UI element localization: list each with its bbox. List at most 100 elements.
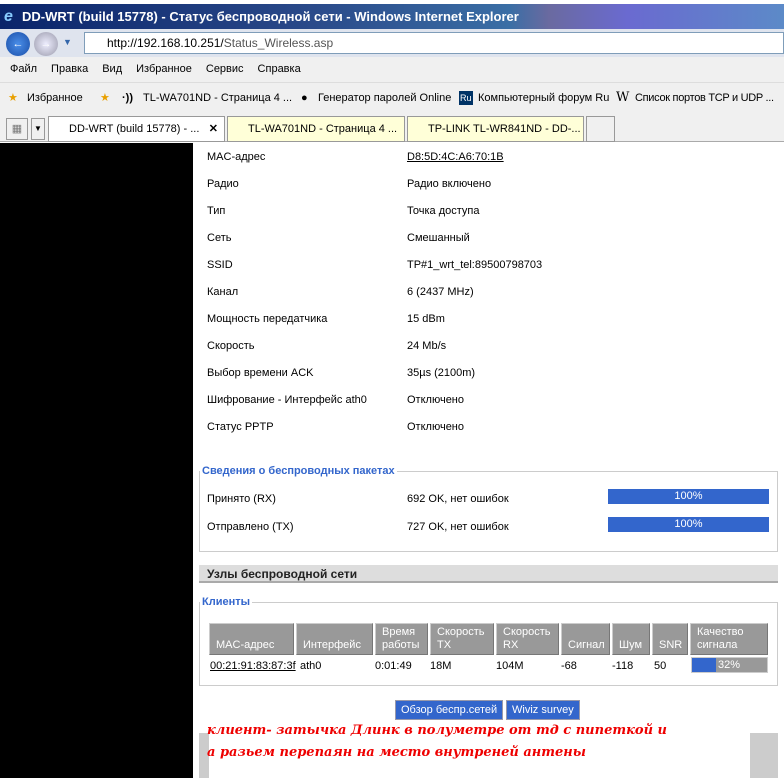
wireless-info-row: Статус PPTP Отключено [207,421,464,433]
info-label: Шифрование - Интерфейс ath0 [207,394,367,406]
window-title-bar: e DD-WRT (build 15778) - Статус беспровод… [0,4,784,29]
clients-column-header: SNR [652,623,688,655]
wireless-info-row: Канал 6 (2437 MHz) [207,286,474,298]
client-cell: -118 [612,660,634,672]
wiviz-survey-button[interactable]: Wiviz survey [506,700,580,720]
packet-label: Отправлено (TX) [207,521,294,533]
packet-row: Принято (RX) 692 OK, нет ошибок [207,493,509,505]
menu-help[interactable]: Справка [258,63,301,75]
tab-label: TP-LINK TL-WR841ND - DD-... [428,123,581,135]
client-cell: 104M [496,660,524,672]
menu-edit[interactable]: Правка [51,63,88,75]
generator-icon: ● [301,92,308,104]
info-value: TP#1_wrt_tel:89500798703 [407,259,543,271]
tab-list-dropdown[interactable]: ▼ [31,118,45,140]
clients-column-header: Скорость TX [430,623,494,655]
info-value: Радио включено [407,178,492,190]
packet-row: Отправлено (TX) 727 OK, нет ошибок [207,521,509,533]
packets-fieldset: Сведения о беспроводных пакетах [199,465,778,552]
info-value: Точка доступа [407,205,480,217]
tab-ddwrt[interactable]: DD-WRT (build 15778) - ... ✕ [48,116,225,142]
packet-progress-bar: 100% [608,489,769,504]
client-cell: -68 [561,660,577,672]
tab-tp-link[interactable]: TP-LINK TL-WR841ND - DD-... [407,116,584,142]
ie-icon: e [4,8,13,25]
clients-column-header: Шум [612,623,650,655]
favorites-button[interactable]: Избранное [27,83,83,113]
address-bar-row: ← → ▼ http://192.168.10.251/Status_Wirel… [0,29,784,57]
wireless-info-row: Скорость 24 Mb/s [207,340,446,352]
packet-value: 727 OK, нет ошибок [407,521,509,533]
wireless-info-row: Мощность передатчика 15 dBm [207,313,445,325]
quick-tabs-icon[interactable]: ▦ [6,118,28,140]
clients-column-header: Интерфейс [296,623,373,655]
clients-column-header: Качество сигнала [690,623,768,655]
client-mac-link[interactable]: 00:21:91:83:87:3f [210,660,296,672]
wireless-info-row: Сеть Смешанный [207,232,470,244]
clients-legend: Клиенты [202,596,251,608]
section-wireless-nodes: Узлы беспроводной сети [199,565,778,583]
info-label: MAC-адрес [207,151,266,163]
history-dropdown-icon[interactable]: ▼ [63,37,72,47]
info-label: Статус PPTP [207,421,274,433]
info-value: 6 (2437 MHz) [407,286,474,298]
tab-label: DD-WRT (build 15778) - ... [69,123,200,135]
packet-progress-bar: 100% [608,517,769,532]
favorite-link[interactable]: Компьютерный форум Ru [478,83,609,113]
packets-legend: Сведения о беспроводных пакетах [202,465,395,477]
info-value: Отключено [407,421,464,433]
menu-view[interactable]: Вид [102,63,122,75]
favorite-link[interactable]: Генератор паролей Online [318,83,451,113]
url-host: http://192.168.10.251/ [107,36,224,50]
back-button[interactable]: ← [6,32,30,56]
new-tab-button[interactable] [586,116,615,142]
info-value: Отключено [407,394,464,406]
favorite-link[interactable]: Список портов TCP и UDP ... [635,83,774,113]
wireless-info-row: Тип Точка доступа [207,205,479,217]
menu-file[interactable]: Файл [10,63,37,75]
packet-label: Принято (RX) [207,493,276,505]
info-value[interactable]: D8:5D:4C:A6:70:1B [407,151,504,163]
info-value: 15 dBm [407,313,445,325]
ru-icon: Ru [459,91,473,105]
close-tab-icon[interactable]: ✕ [209,117,218,141]
menu-tools[interactable]: Сервис [206,63,244,75]
clients-column-header: Сигнал [561,623,610,655]
wireless-info-row: MAC-адрес D8:5D:4C:A6:70:1B [207,151,504,163]
address-input[interactable]: http://192.168.10.251/Status_Wireless.as… [84,32,784,54]
note-line: а разьем перепаян на место внутреней ант… [207,745,586,760]
client-cell: 50 [654,660,667,672]
wifi-icon: ·)) [122,92,133,104]
info-label: Сеть [207,232,232,244]
info-label: SSID [207,259,233,271]
note-line: клиент- затычка Длинк в полуметре от тд … [207,723,668,738]
info-label: Выбор времени ACK [207,367,314,379]
menu-favorites[interactable]: Избранное [136,63,192,75]
signal-quality-label: 32% [718,659,741,671]
wireless-info-row: Выбор времени ACK 35µs (2100m) [207,367,475,379]
add-favorite-icon[interactable]: ★ [100,83,110,113]
info-value: Смешанный [407,232,470,244]
annotation-note: клиент- затычка Длинк в полуметре от тд … [207,720,747,764]
signal-quality-bar: 32% [691,657,768,673]
client-cell: ath0 [300,660,322,672]
favorite-link[interactable]: TL-WA701ND - Страница 4 ... [143,83,292,113]
signal-quality-fill [692,658,716,672]
tab-tl-wa701nd[interactable]: TL-WA701ND - Страница 4 ... [227,116,405,142]
info-label: Тип [207,205,226,217]
wireless-info-row: Шифрование - Интерфейс ath0 Отключено [207,394,464,406]
page-content: MAC-адрес D8:5D:4C:A6:70:1B Радио Радио вкл… [193,143,784,778]
left-sidebar [0,143,193,778]
client-cell: 18M [430,660,452,672]
client-cell: 0:01:49 [375,660,412,672]
url-path: Status_Wireless.asp [223,36,334,50]
packet-value: 692 OK, нет ошибок [407,493,509,505]
window-title: DD-WRT (build 15778) - Статус беспроводн… [22,9,519,24]
wireless-info-row: Радио Радио включено [207,178,491,190]
info-value: 24 Mb/s [407,340,447,352]
forward-button[interactable]: → [34,32,58,56]
clients-column-header: Время работы [375,623,428,655]
site-survey-button[interactable]: Обзор беспр.сетей [395,700,504,720]
favorites-bar: ★ Избранное ★ ·)) TL-WA701ND - Страница … [0,82,784,112]
menu-bar: Файл Правка Вид Избранное Сервис Справка [0,57,784,82]
